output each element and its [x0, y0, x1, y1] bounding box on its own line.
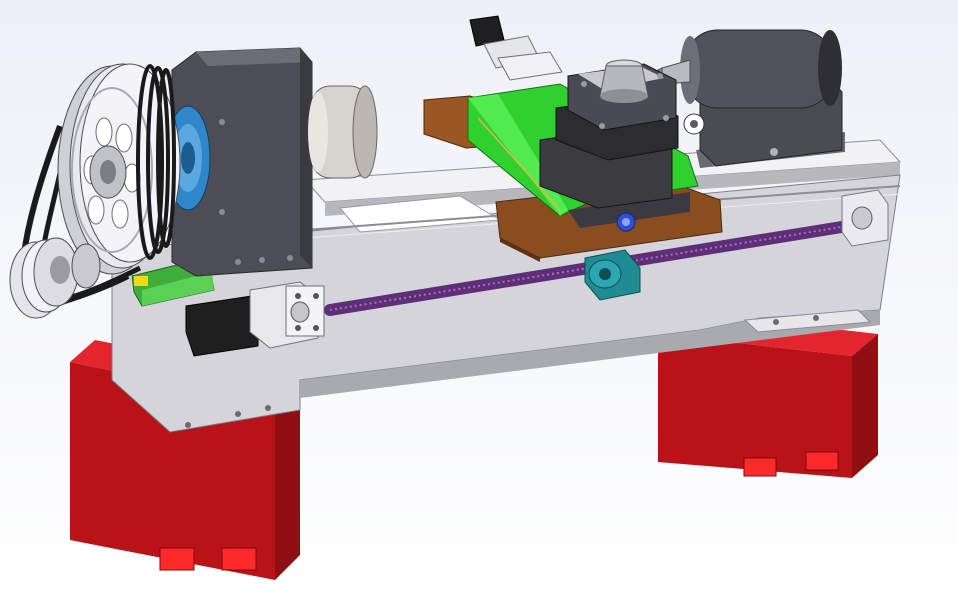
right-leg-slot-1: [743, 457, 777, 477]
left-leg-slot-1: [159, 547, 195, 571]
lathe-model: [9, 15, 902, 580]
cad-viewport[interactable]: [0, 0, 958, 604]
cross-slide-stepper: [469, 15, 563, 81]
spindle-motor: [308, 85, 378, 179]
right-bearing-block: [841, 189, 889, 247]
right-leg-slot-2: [805, 451, 839, 471]
lead-screw-nut: [584, 249, 641, 301]
tool-holder: [599, 59, 649, 103]
left-leg-slot-2: [221, 547, 257, 571]
tailstock: [680, 29, 845, 168]
